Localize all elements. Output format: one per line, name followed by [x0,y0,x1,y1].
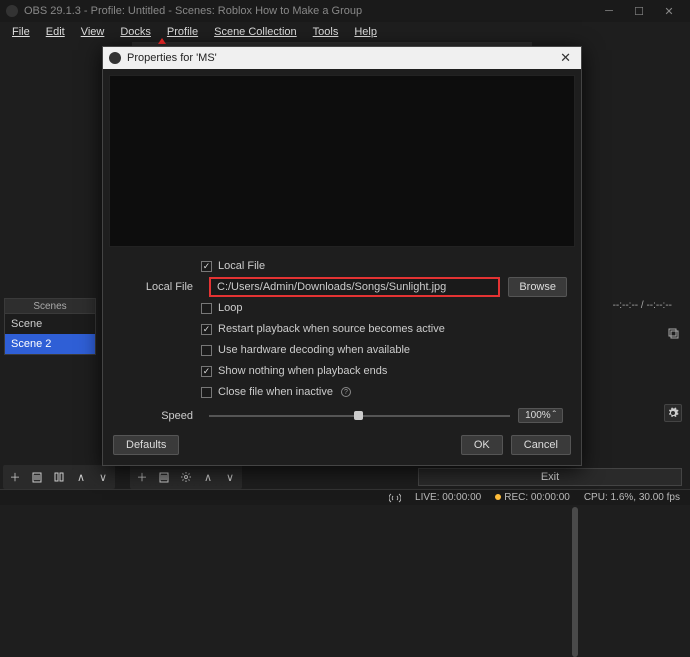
show-nothing-checkbox[interactable]: ✓Show nothing when playback ends [201,365,387,377]
cancel-button[interactable]: Cancel [511,435,571,455]
browse-button[interactable]: Browse [508,277,567,297]
rec-dot-icon [495,494,501,500]
scenes-item-label: Scene [11,318,42,330]
hw-decode-label: Use hardware decoding when available [218,344,410,356]
local-file-path-input[interactable]: C:/Users/Admin/Downloads/Songs/Sunlight.… [209,277,500,297]
menu-tools[interactable]: Tools [305,24,347,40]
status-bar: LIVE: 00:00:00 REC: 00:00:00 CPU: 1.6%, … [0,489,690,505]
dialog-preview-area [109,75,575,247]
dialog-scrollbar[interactable] [572,507,578,657]
scenes-toolbar: ＋ ∧ ∨ [3,465,115,489]
add-scene-icon[interactable]: ＋ [6,468,24,486]
settings-gear-icon[interactable] [664,404,682,422]
browse-label: Browse [519,281,556,293]
move-scene-down-icon[interactable]: ∨ [94,468,112,486]
menu-view[interactable]: View [73,24,113,40]
scenes-item[interactable]: Scene [5,314,95,334]
maximize-button[interactable]: ☐ [624,0,654,22]
status-cpu: CPU: 1.6%, 30.00 fps [584,492,680,503]
cancel-label: Cancel [524,439,558,451]
defaults-label: Defaults [126,439,166,451]
minimize-button[interactable]: ─ [594,0,624,22]
add-source-icon[interactable]: ＋ [133,468,151,486]
window-title: OBS 29.1.3 - Profile: Untitled - Scenes:… [24,5,362,17]
menu-scene-collection[interactable]: Scene Collection [206,24,305,40]
dialog-button-bar: Defaults OK Cancel [103,429,581,465]
restart-playback-checkbox[interactable]: ✓Restart playback when source becomes ac… [201,323,445,335]
dialog-title: Properties for 'MS' [127,52,217,64]
window-titlebar: OBS 29.1.3 - Profile: Untitled - Scenes:… [0,0,690,22]
scenes-list: Scene Scene 2 [4,314,96,355]
menu-docks[interactable]: Docks [112,24,159,40]
chevron-up-icon[interactable]: ˆ [553,410,556,421]
speed-label: Speed [117,410,201,422]
dialog-form: ✓Local File Local File C:/Users/Admin/Do… [103,253,581,429]
menu-profile[interactable]: Profile [159,24,206,40]
move-scene-up-icon[interactable]: ∧ [72,468,90,486]
local-file-path-text: C:/Users/Admin/Downloads/Songs/Sunlight.… [217,281,446,293]
exit-button[interactable]: Exit [418,468,682,486]
scenes-panel: Scenes Scene Scene 2 [4,298,96,355]
remove-source-icon[interactable] [155,468,173,486]
slider-thumb-icon[interactable] [354,411,363,420]
menu-edit[interactable]: Edit [38,24,73,40]
scenes-panel-title: Scenes [4,298,96,314]
speed-slider[interactable] [209,415,510,417]
properties-dialog: Properties for 'MS' ✕ ✓Local File Local … [102,46,582,466]
sources-toolbar: ＋ ∧ ∨ [130,465,242,489]
close-window-button[interactable]: ✕ [654,0,684,22]
hw-decode-checkbox[interactable]: Use hardware decoding when available [201,344,410,356]
show-nothing-label: Show nothing when playback ends [218,365,387,377]
local-file-check-label: Local File [218,260,265,272]
source-properties-gear-icon[interactable] [177,468,195,486]
restart-label: Restart playback when source becomes act… [218,323,445,335]
ok-label: OK [474,439,490,451]
loop-checkbox[interactable]: Loop [201,302,242,314]
dialog-logo-icon [109,52,121,64]
move-source-down-icon[interactable]: ∨ [221,468,239,486]
scene-filters-icon[interactable] [50,468,68,486]
speed-value-spinner[interactable]: 100%ˆ [518,408,563,423]
media-time-display: --:--:-- / --:--:-- [613,300,672,311]
menu-help[interactable]: Help [346,24,385,40]
scenes-item-selected[interactable]: Scene 2 [5,334,95,354]
speed-value-text: 100% [525,410,551,421]
annotation-arrow-icon [158,38,166,44]
menu-file[interactable]: File [4,24,38,40]
exit-label: Exit [541,471,559,483]
remove-scene-icon[interactable] [28,468,46,486]
local-file-checkbox[interactable]: ✓Local File [201,260,265,272]
duplicate-output-icon[interactable] [664,324,682,342]
broadcast-icon [389,493,401,503]
scenes-item-label: Scene 2 [11,338,51,350]
close-file-label: Close file when inactive [218,386,333,398]
dialog-close-button[interactable]: ✕ [556,50,575,66]
menu-bar: File Edit View Docks Profile Scene Colle… [0,22,690,42]
help-icon[interactable]: ? [341,387,351,397]
obs-logo-icon [6,5,18,17]
status-live: LIVE: 00:00:00 [415,492,481,503]
time-text: --:--:-- / --:--:-- [613,300,672,311]
loop-label: Loop [218,302,242,314]
ok-button[interactable]: OK [461,435,503,455]
close-file-checkbox[interactable]: Close file when inactive? [201,386,351,398]
move-source-up-icon[interactable]: ∧ [199,468,217,486]
status-rec: REC: 00:00:00 [495,492,570,503]
local-file-label: Local File [117,281,201,293]
dialog-titlebar[interactable]: Properties for 'MS' ✕ [103,47,581,69]
defaults-button[interactable]: Defaults [113,435,179,455]
